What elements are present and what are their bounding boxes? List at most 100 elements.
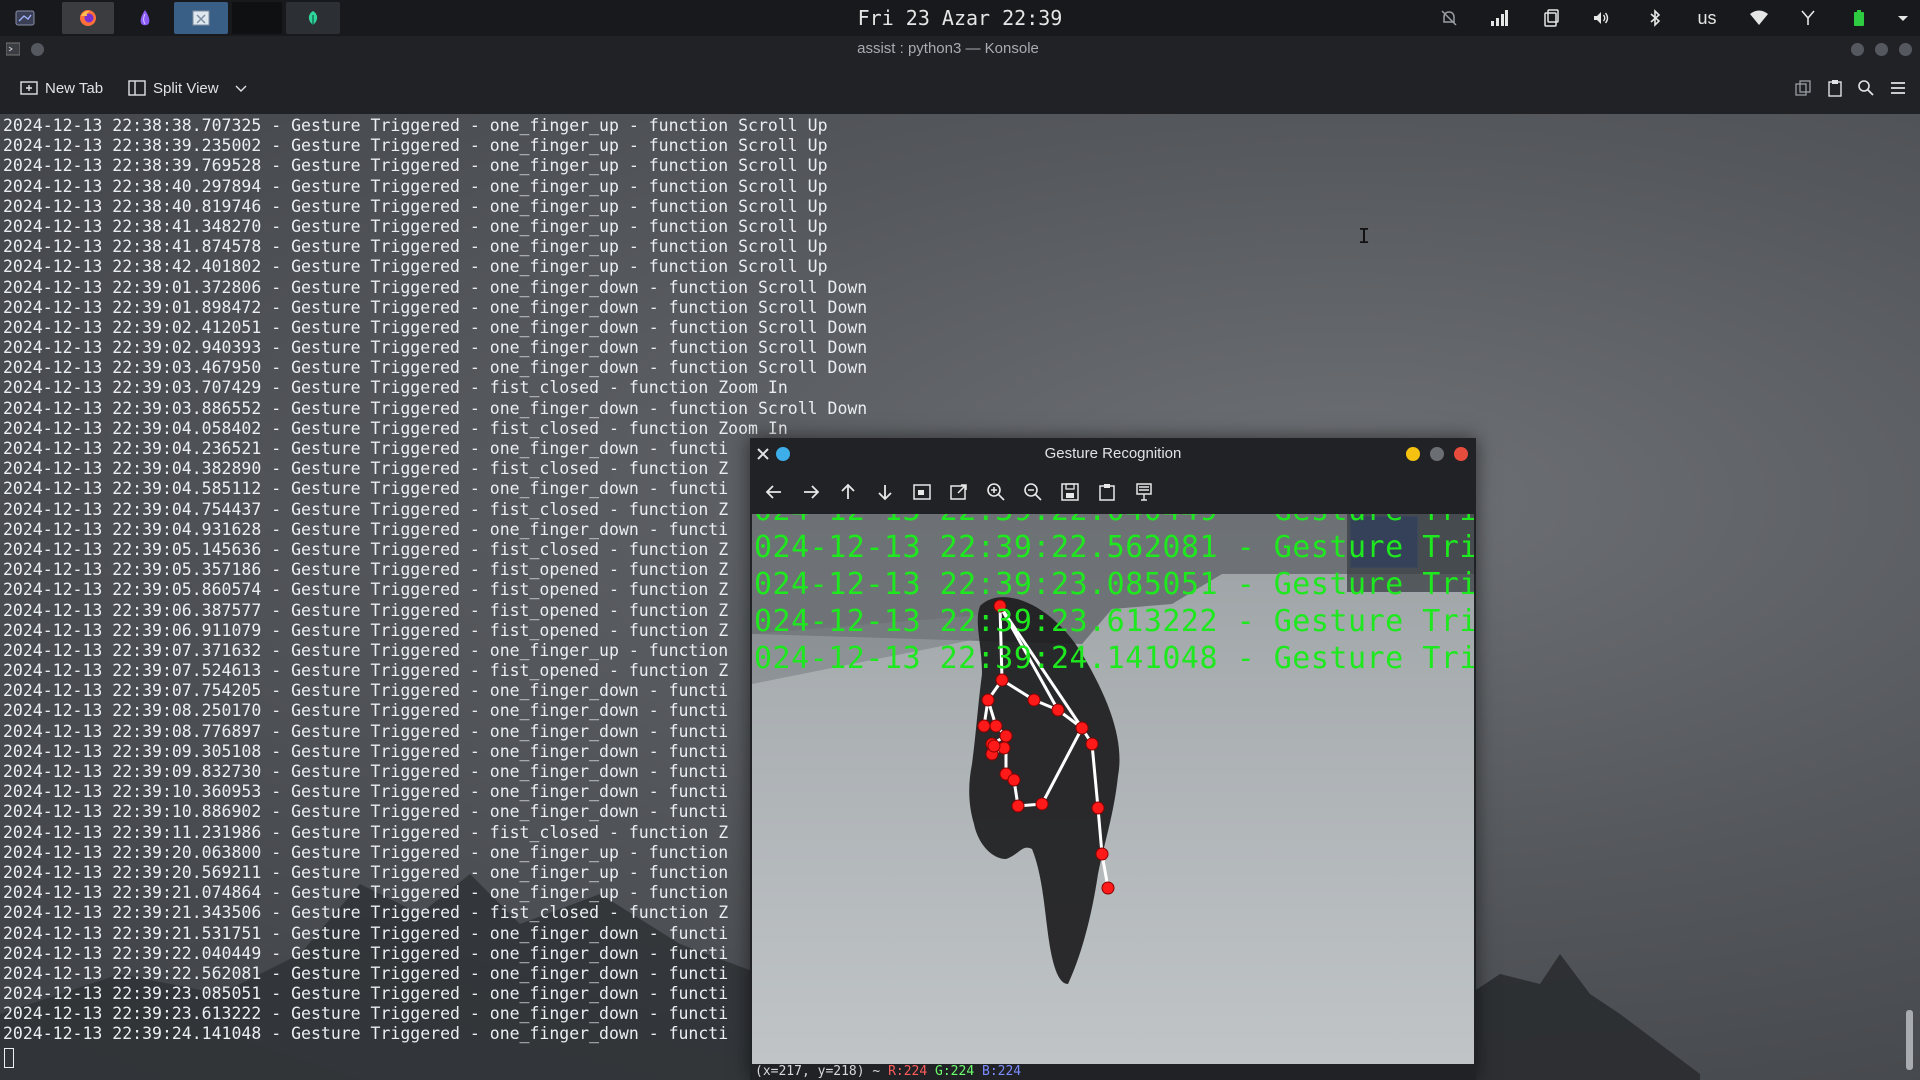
terminal-output: 2024-12-13 22:38:38.707325 - Gesture Tri… — [3, 116, 867, 1045]
split-view-label: Split View — [153, 79, 219, 97]
back-arrow-icon[interactable] — [760, 478, 788, 506]
overlay-line: 024-12-13 22:39:23.613222 - Gesture Trig… — [754, 604, 1474, 639]
log-line: 2024-12-13 22:39:23.085051 - Gesture Tri… — [3, 984, 729, 1004]
pixel-coords: (x=217, y=218) ~ — [755, 1064, 881, 1079]
keyboard-layout[interactable]: us — [1692, 0, 1722, 36]
log-line: 2024-12-13 22:39:01.372806 - Gesture Tri… — [3, 277, 868, 297]
notifications-off-icon[interactable] — [1436, 0, 1462, 36]
maximize-button[interactable] — [1875, 43, 1888, 56]
log-line: 2024-12-13 22:39:02.940393 - Gesture Tri… — [3, 338, 868, 358]
log-line: 2024-12-13 22:39:10.360953 - Gesture Tri… — [3, 782, 729, 802]
paste-icon[interactable] — [1824, 77, 1846, 99]
chevron-down-icon[interactable] — [232, 79, 250, 97]
hand-landmark — [1091, 801, 1105, 815]
minimize-button[interactable] — [1406, 447, 1420, 461]
maximize-button[interactable] — [1430, 447, 1444, 461]
log-line: 2024-12-13 22:38:40.819746 - Gesture Tri… — [3, 196, 828, 216]
hand-landmark — [1027, 693, 1041, 707]
copy-icon[interactable] — [1792, 77, 1814, 99]
log-line: 2024-12-13 22:39:09.832730 - Gesture Tri… — [3, 762, 729, 781]
terminal-scrollbar[interactable] — [1906, 1010, 1913, 1070]
log-line: 2024-12-13 22:38:41.348270 - Gesture Tri… — [3, 216, 828, 236]
overlay-line: 024-12-13 22:39:24.141048 - Gesture Trig… — [754, 641, 1474, 676]
up-arrow-icon[interactable] — [834, 478, 862, 506]
frame-overlay-text: 024-12-13 22:39:22.040449 - Gesture Trig… — [754, 514, 1474, 677]
pixel-status-bar: (x=217, y=218) ~ R:224 G:224 B:224 — [750, 1064, 1481, 1080]
clipboard-icon[interactable] — [1538, 0, 1564, 36]
gesture-recognition-window[interactable]: Gesture Recognition 024-12-13 22:39:22.5… — [750, 438, 1476, 1080]
copy-icon[interactable] — [1093, 478, 1121, 506]
hand-landmark — [1051, 703, 1065, 717]
log-line: 2024-12-13 22:39:02.412051 - Gesture Tri… — [3, 317, 868, 337]
log-line: 2024-12-13 22:39:08.776897 - Gesture Tri… — [3, 721, 729, 741]
empty-task[interactable] — [232, 2, 282, 34]
battery-icon[interactable] — [1846, 0, 1872, 36]
log-line: 2024-12-13 22:39:04.931628 - Gesture Tri… — [3, 519, 729, 539]
tor-browser-task[interactable] — [120, 2, 170, 34]
fit-window-icon[interactable] — [908, 478, 936, 506]
close-button[interactable] — [1899, 43, 1912, 56]
hamburger-menu-icon[interactable] — [1887, 77, 1909, 99]
close-button[interactable] — [1454, 447, 1468, 461]
log-line: 2024-12-13 22:39:11.231986 - Gesture Tri… — [3, 822, 729, 842]
onion-icon — [140, 10, 150, 26]
new-tab-button[interactable]: New Tab — [20, 74, 103, 102]
network-bars-icon[interactable] — [1486, 0, 1512, 36]
log-line: 2024-12-13 22:39:07.371632 - Gesture Tri… — [3, 640, 729, 660]
wifi-icon[interactable] — [1746, 0, 1772, 36]
properties-icon[interactable] — [1130, 478, 1158, 506]
image-viewer-task[interactable] — [174, 2, 228, 34]
split-view-button[interactable]: Split View — [128, 74, 250, 102]
forward-arrow-icon[interactable] — [797, 478, 825, 506]
leaf-app-task[interactable] — [286, 2, 340, 34]
log-line: 2024-12-13 22:39:04.585112 - Gesture Tri… — [3, 479, 729, 499]
log-line: 2024-12-13 22:39:24.141048 - Gesture Tri… — [3, 1024, 729, 1044]
hand-landmark — [1011, 799, 1025, 813]
hand-landmark — [999, 729, 1013, 743]
log-line: 2024-12-13 22:39:07.754205 - Gesture Tri… — [3, 681, 729, 701]
panel-menu-chevron-icon[interactable] — [1892, 0, 1914, 36]
terminal-task[interactable] — [4, 2, 46, 34]
log-line: 2024-12-13 22:39:22.040449 - Gesture Tri… — [3, 943, 729, 963]
log-line: 2024-12-13 22:39:03.886552 - Gesture Tri… — [3, 398, 868, 418]
window-title: assist : python3 — Konsole — [857, 40, 1039, 57]
bluetooth-icon[interactable] — [1642, 0, 1668, 36]
hand-landmark — [1095, 847, 1109, 861]
hand-landmark — [989, 719, 1003, 733]
zoom-in-icon[interactable] — [982, 478, 1010, 506]
log-line: 2024-12-13 22:39:21.074864 - Gesture Tri… — [3, 883, 729, 903]
gesture-window-titlebar[interactable]: Gesture Recognition — [750, 438, 1476, 470]
log-line: 2024-12-13 22:39:01.898472 - Gesture Tri… — [3, 297, 868, 317]
down-arrow-icon[interactable] — [871, 478, 899, 506]
zoom-out-icon[interactable] — [1019, 478, 1047, 506]
hand-landmark — [1035, 797, 1049, 811]
split-view-icon — [128, 80, 146, 96]
camera-frame[interactable]: 024-12-13 22:39:22.040449 - Gesture Trig… — [752, 514, 1474, 1064]
log-line: 2024-12-13 22:39:04.058402 - Gesture Tri… — [3, 418, 788, 438]
log-line: 2024-12-13 22:39:05.357186 - Gesture Tri… — [3, 560, 729, 580]
pixel-green: G:224 — [935, 1064, 975, 1079]
konsole-toolbar: New Tab Split View — [0, 62, 1920, 115]
konsole-titlebar[interactable]: assist : python3 — Konsole — [0, 36, 1920, 62]
log-line: 2024-12-13 22:39:22.562081 - Gesture Tri… — [3, 963, 729, 983]
top-panel: Fri 23 Azar 22:39 us — [0, 0, 1920, 36]
save-icon[interactable] — [1056, 478, 1084, 506]
log-line: 2024-12-13 22:39:21.531751 - Gesture Tri… — [3, 923, 729, 943]
log-line: 2024-12-13 22:39:08.250170 - Gesture Tri… — [3, 701, 729, 721]
vpn-icon[interactable] — [1796, 0, 1820, 36]
terminal-cursor — [4, 1048, 14, 1068]
minimize-button[interactable] — [1851, 43, 1864, 56]
log-line: 2024-12-13 22:38:40.297894 - Gesture Tri… — [3, 176, 828, 196]
overlay-line: 024-12-13 22:39:23.085051 - Gesture Trig… — [754, 567, 1474, 602]
gesture-window-title: Gesture Recognition — [1044, 445, 1182, 462]
save-as-icon[interactable] — [945, 478, 973, 506]
log-line: 2024-12-13 22:38:41.874578 - Gesture Tri… — [3, 237, 828, 257]
log-line: 2024-12-13 22:39:20.063800 - Gesture Tri… — [3, 842, 729, 862]
new-tab-icon — [20, 81, 38, 95]
search-icon[interactable] — [1855, 77, 1877, 99]
volume-icon[interactable] — [1588, 0, 1614, 36]
log-line: 2024-12-13 22:39:06.911079 - Gesture Tri… — [3, 620, 729, 640]
log-line: 2024-12-13 22:39:21.343506 - Gesture Tri… — [3, 903, 729, 923]
firefox-task[interactable] — [62, 2, 114, 34]
overlay-line: 024-12-13 22:39:22.562081 - Gesture Trig… — [754, 530, 1474, 565]
